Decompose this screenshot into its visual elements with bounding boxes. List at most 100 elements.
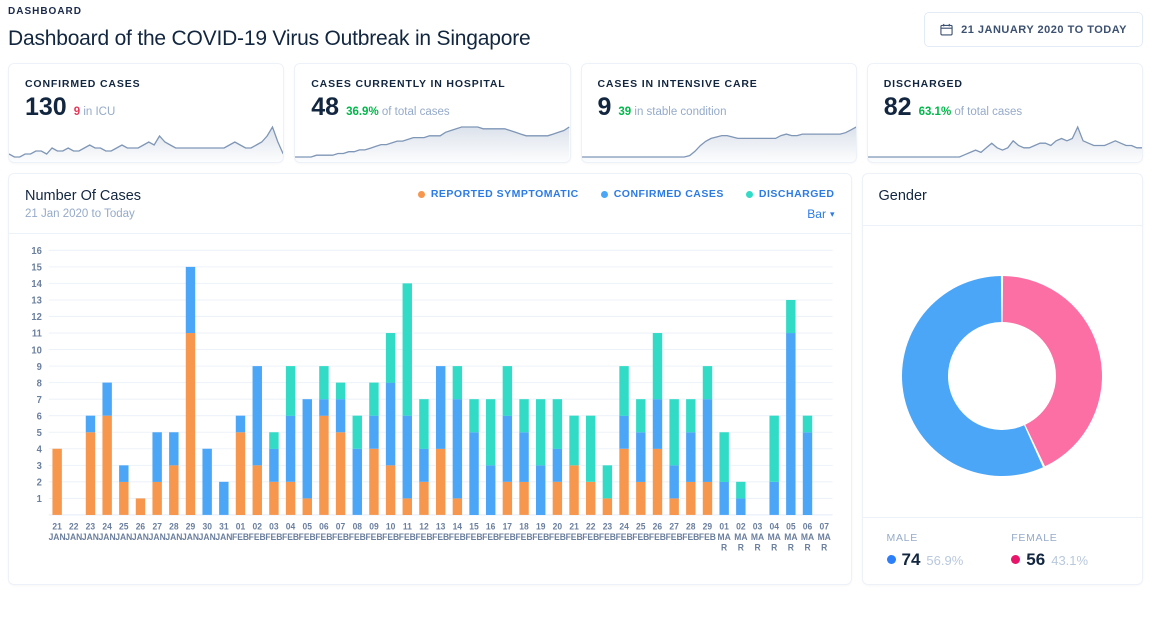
legend-label: DISCHARGED (758, 188, 835, 200)
svg-text:15: 15 (469, 521, 479, 531)
svg-text:FEB: FEB (282, 532, 299, 542)
svg-text:JAN: JAN (165, 532, 182, 542)
svg-text:16: 16 (486, 521, 496, 531)
svg-text:FEB: FEB (666, 532, 683, 542)
kpi-subtext: 9 in ICU (74, 106, 116, 118)
kpi-card-confirmed-cases[interactable]: CONFIRMED CASES 130 9 in ICU (8, 63, 285, 163)
svg-text:R: R (721, 542, 728, 552)
kpi-value: 82 (883, 93, 912, 121)
chart-legend: REPORTED SYMPTOMATIC CONFIRMED CASES DIS… (417, 188, 835, 200)
page-header: DASHBOARD Dashboard of the COVID-19 Viru… (0, 0, 1153, 51)
svg-text:FEB: FEB (699, 532, 716, 542)
svg-text:MA: MA (768, 532, 782, 542)
bar-chart-plot-area: 1 2 3 4 5 6 7 8 9 10 11 12 13 14 15 16 21 JAN 22 JAN 23 JAN 24… (9, 234, 851, 584)
svg-text:MA: MA (734, 532, 748, 542)
svg-text:24: 24 (102, 521, 112, 531)
legend-dot-icon (600, 190, 608, 198)
kpi-suffix: in stable condition (634, 106, 727, 118)
svg-text:14: 14 (453, 521, 463, 531)
main-row: Number Of Cases 21 Jan 2020 to Today REP… (0, 163, 1153, 585)
kpi-card-hospital[interactable]: CASES CURRENTLY IN HOSPITAL 48 36.9% of … (294, 63, 571, 163)
svg-text:06: 06 (803, 521, 813, 531)
kpi-accent: 63.1% (918, 106, 952, 118)
svg-text:JAN: JAN (99, 532, 116, 542)
svg-text:JAN: JAN (215, 532, 232, 542)
svg-text:JAN: JAN (82, 532, 99, 542)
legend-dot-icon (417, 190, 425, 198)
svg-text:29: 29 (186, 521, 196, 531)
svg-text:23: 23 (86, 521, 96, 531)
svg-text:6: 6 (37, 411, 43, 422)
chart-type-label: Bar (807, 207, 826, 221)
svg-text:FEB: FEB (682, 532, 699, 542)
svg-text:FEB: FEB (649, 532, 666, 542)
chart-card-header: Number Of Cases 21 Jan 2020 to Today REP… (9, 174, 851, 234)
sparkline-chart (9, 116, 284, 162)
svg-text:FEB: FEB (232, 532, 249, 542)
chart-subtitle: 21 Jan 2020 to Today (25, 208, 135, 220)
svg-text:FEB: FEB (566, 532, 583, 542)
chevron-down-icon: ▾ (829, 208, 835, 219)
svg-text:23: 23 (603, 521, 613, 531)
gender-percent: 43.1% (1051, 553, 1089, 568)
svg-text:9: 9 (37, 362, 43, 373)
legend-item-discharged[interactable]: DISCHARGED (745, 188, 835, 200)
svg-text:22: 22 (69, 521, 79, 531)
date-range-button[interactable]: 21 JANUARY 2020 TO TODAY (924, 12, 1143, 47)
svg-text:12: 12 (31, 312, 41, 323)
kpi-card-intensive-care[interactable]: CASES IN INTENSIVE CARE 9 39 in stable c… (580, 63, 857, 163)
gender-legend-male[interactable]: MALE 74 56.9% (886, 532, 963, 568)
gender-donut-chart[interactable] (863, 226, 1143, 517)
gender-legend-female[interactable]: FEMALE 56 43.1% (1011, 532, 1088, 568)
svg-text:FEB: FEB (265, 532, 282, 542)
kpi-label: CASES CURRENTLY IN HOSPITAL (311, 78, 506, 90)
svg-text:04: 04 (769, 521, 779, 531)
legend-item-reported-symptomatic[interactable]: REPORTED SYMPTOMATIC (417, 188, 579, 200)
svg-text:02: 02 (736, 521, 746, 531)
chart-type-dropdown[interactable]: Bar ▾ (807, 207, 834, 221)
svg-text:07: 07 (336, 521, 346, 531)
svg-text:R: R (788, 542, 795, 552)
svg-text:01: 01 (236, 521, 246, 531)
svg-text:16: 16 (31, 246, 42, 257)
svg-text:FEB: FEB (249, 532, 266, 542)
svg-text:28: 28 (169, 521, 179, 531)
svg-text:7: 7 (37, 395, 42, 406)
breadcrumb: DASHBOARD (8, 6, 82, 17)
svg-text:R: R (754, 542, 761, 552)
svg-text:FEB: FEB (599, 532, 616, 542)
svg-text:R: R (821, 542, 828, 552)
kpi-value: 48 (311, 93, 340, 121)
svg-text:FEB: FEB (349, 532, 366, 542)
kpi-accent: 39 (618, 106, 632, 118)
bar-chart[interactable]: 1 2 3 4 5 6 7 8 9 10 11 12 13 14 15 16 21 JAN 22 JAN 23 JAN 24… (19, 244, 839, 580)
gender-legend: MALE 74 56.9% FEMALE 56 43.1% (862, 517, 1142, 584)
svg-text:22: 22 (586, 521, 596, 531)
svg-text:MA: MA (784, 532, 798, 542)
legend-label: CONFIRMED CASES (613, 188, 724, 200)
svg-text:JAN: JAN (149, 532, 166, 542)
svg-text:17: 17 (503, 521, 513, 531)
svg-text:FEB: FEB (532, 532, 549, 542)
svg-text:26: 26 (136, 521, 146, 531)
svg-text:4: 4 (37, 444, 43, 455)
svg-text:MA: MA (818, 532, 832, 542)
calendar-icon (940, 23, 953, 36)
svg-text:FEB: FEB (432, 532, 449, 542)
legend-item-confirmed-cases[interactable]: CONFIRMED CASES (600, 188, 724, 200)
svg-text:19: 19 (536, 521, 546, 531)
svg-text:21: 21 (569, 521, 579, 531)
svg-text:07: 07 (819, 521, 829, 531)
svg-text:31: 31 (219, 521, 229, 531)
svg-text:13: 13 (31, 296, 42, 307)
svg-text:26: 26 (653, 521, 663, 531)
svg-text:FEB: FEB (582, 532, 599, 542)
legend-dot-icon (745, 190, 753, 198)
kpi-card-discharged[interactable]: DISCHARGED 82 63.1% of total cases (866, 63, 1143, 163)
svg-text:R: R (771, 542, 778, 552)
svg-text:21: 21 (52, 521, 62, 531)
svg-text:MA: MA (717, 532, 731, 542)
svg-text:10: 10 (386, 521, 396, 531)
svg-text:FEB: FEB (549, 532, 566, 542)
svg-text:FEB: FEB (399, 532, 416, 542)
